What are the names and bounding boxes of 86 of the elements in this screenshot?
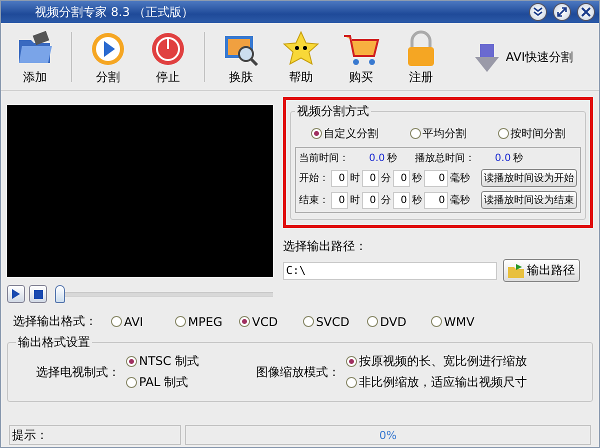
slider-thumb[interactable] [55, 285, 65, 303]
status-hint: 提示： [9, 425, 181, 445]
radio-option[interactable]: DVD [367, 314, 431, 328]
range-label: 开始： [299, 172, 329, 185]
time-label: 播放总时间： [414, 152, 475, 165]
expand-icon [557, 7, 567, 17]
radio-icon[interactable] [498, 128, 508, 139]
power-icon [149, 30, 187, 68]
output-path-button[interactable]: 输出路径 [503, 259, 580, 282]
toolbar-button[interactable]: 分割 [80, 28, 136, 88]
radio-option[interactable]: AVI [111, 314, 175, 328]
radio-option[interactable]: 按原视频的长、宽比例进行缩放 [346, 353, 527, 370]
unit-label: 秒 [386, 152, 397, 165]
time-label: 当前时间： [299, 152, 349, 165]
radio-icon[interactable] [239, 316, 250, 327]
radio-icon[interactable] [310, 128, 322, 139]
minimize-button[interactable] [529, 3, 547, 21]
toolbar-button[interactable]: 换肤 [213, 28, 269, 88]
radio-icon[interactable] [175, 316, 186, 327]
radio-icon[interactable] [346, 356, 357, 367]
unit-label: 时 [350, 194, 360, 207]
path-field[interactable]: C:\ [283, 262, 497, 280]
close-button[interactable] [577, 3, 595, 21]
radio-option[interactable]: 按时间分割 [498, 126, 566, 141]
radio-option[interactable]: NTSC 制式 [126, 353, 200, 370]
tv-system-label: 选择电视制式： [36, 364, 120, 380]
radio-icon[interactable] [126, 377, 137, 388]
radio-icon[interactable] [367, 316, 378, 327]
play-button[interactable] [7, 285, 25, 303]
progress-text: 0% [379, 428, 397, 442]
radio-option[interactable]: MPEG [175, 314, 239, 328]
close-icon [581, 7, 591, 17]
radio-option[interactable]: WMV [431, 314, 495, 328]
radio-icon[interactable] [111, 316, 122, 327]
unit-label: 分 [381, 194, 391, 207]
time-value: 0.0 [494, 152, 511, 164]
unit-label: 分 [381, 172, 391, 185]
radio-option[interactable]: VCD [239, 314, 303, 328]
window-title: 视频分割专家 8.3 （正式版） [34, 4, 195, 20]
unit-label: 秒 [412, 172, 422, 185]
number-field[interactable]: 0 [362, 170, 379, 186]
toolbar-button[interactable]: 添加 [7, 28, 63, 88]
maximize-button[interactable] [553, 3, 571, 21]
stop-button[interactable] [29, 285, 47, 303]
stop-icon [34, 290, 42, 298]
toolbar-button[interactable]: 购买 [333, 28, 389, 88]
play-icon [12, 289, 20, 299]
unit-label: 秒 [512, 152, 523, 165]
unit-label: 秒 [412, 194, 422, 207]
avi-split-button[interactable]: AVI快速分割 [468, 42, 579, 74]
folder-icon [508, 264, 524, 278]
radio-icon[interactable] [431, 316, 442, 327]
radio-option[interactable]: 非比例缩放，适应输出视频尺寸 [346, 374, 527, 391]
group-title: 视频分割方式 [296, 103, 370, 120]
scale-mode-label: 图像缩放模式： [256, 364, 340, 380]
read-time-button[interactable]: 读播放时间设为开始 [481, 169, 577, 187]
toolbar-button[interactable]: 帮助 [273, 28, 329, 88]
chevron-down-icon [533, 7, 543, 17]
unit-label: 时 [350, 172, 360, 185]
time-value: 0.0 [369, 152, 385, 164]
group-title: 输出格式设置 [17, 334, 91, 351]
number-field[interactable]: 0 [424, 192, 448, 208]
number-field[interactable]: 0 [424, 170, 448, 186]
toolbar-button[interactable]: 注册 [393, 28, 449, 88]
radio-option[interactable]: 自定义分割 [310, 126, 378, 141]
unit-label: 毫秒 [450, 172, 470, 185]
radio-icon[interactable] [126, 356, 137, 367]
number-field[interactable]: 0 [393, 192, 410, 208]
toolbar-button[interactable]: 停止 [140, 28, 196, 88]
radio-option[interactable]: PAL 制式 [126, 374, 200, 391]
unit-label: 毫秒 [450, 194, 470, 207]
radio-option[interactable]: SVCD [303, 314, 367, 328]
radio-icon[interactable] [346, 377, 357, 388]
number-field[interactable]: 0 [393, 170, 410, 186]
download-arrow-icon [474, 42, 500, 72]
number-field[interactable]: 0 [331, 170, 348, 186]
range-label: 结束： [299, 194, 329, 207]
radio-icon[interactable] [303, 316, 314, 327]
radio-option[interactable]: 平均分割 [410, 126, 466, 141]
format-label: 选择输出格式： [13, 313, 98, 330]
number-field[interactable]: 0 [331, 192, 348, 208]
number-field[interactable]: 0 [362, 192, 379, 208]
play-icon [89, 30, 127, 68]
radio-icon[interactable] [410, 128, 420, 139]
path-label: 选择输出路径： [283, 238, 368, 255]
read-time-button[interactable]: 读播放时间设为结束 [481, 191, 577, 209]
